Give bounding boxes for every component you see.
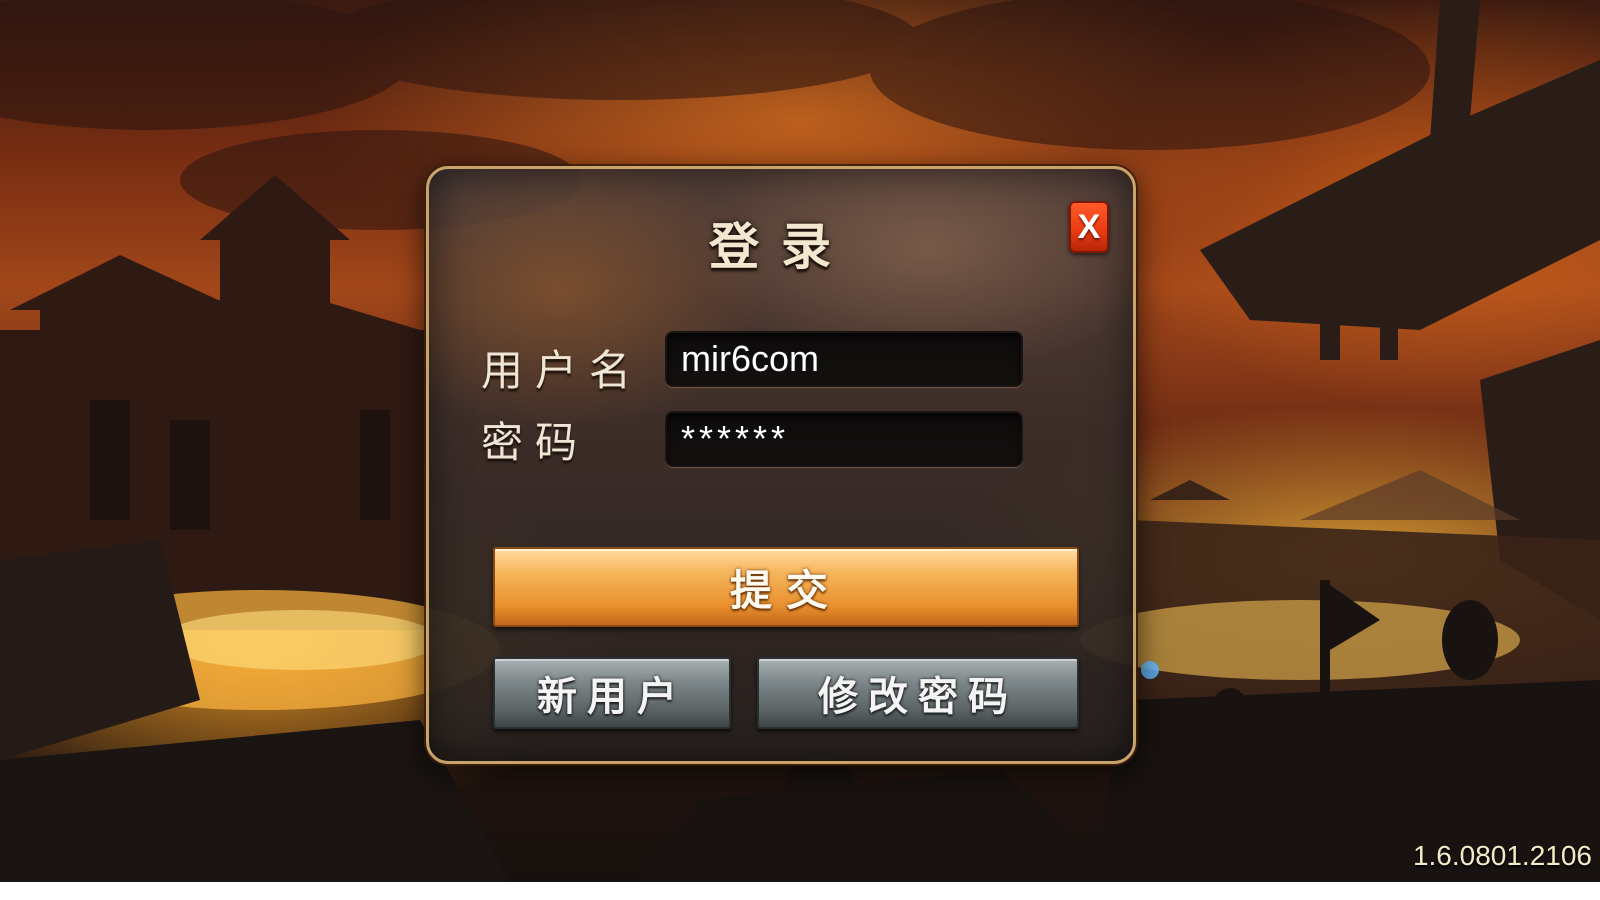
username-input[interactable] xyxy=(665,331,1023,387)
password-label: 密码 xyxy=(481,418,590,467)
version-label: 1.6.0801.2106 xyxy=(1412,840,1592,871)
change-password-button[interactable]: 修改密码 xyxy=(757,657,1079,729)
close-button[interactable]: X xyxy=(1069,201,1109,253)
new-user-button-label: 新用户 xyxy=(537,674,687,720)
change-password-button-label: 修改密码 xyxy=(818,674,1018,720)
dialog-title: 登录 xyxy=(709,218,853,276)
login-dialog: 登录 X 用户名 密码 提交 新用户 修改密码 xyxy=(426,166,1136,764)
username-label: 用户名 xyxy=(481,346,644,395)
bottom-strip xyxy=(0,882,1600,900)
password-input[interactable] xyxy=(665,411,1023,467)
new-user-button[interactable]: 新用户 xyxy=(493,657,731,729)
submit-button-label: 提交 xyxy=(729,565,842,615)
submit-button[interactable]: 提交 xyxy=(493,547,1079,627)
close-icon: X xyxy=(1077,207,1101,246)
game-login-screen: 登录 X 用户名 密码 提交 新用户 修改密码 1.6.0801.2106 xyxy=(0,0,1600,900)
